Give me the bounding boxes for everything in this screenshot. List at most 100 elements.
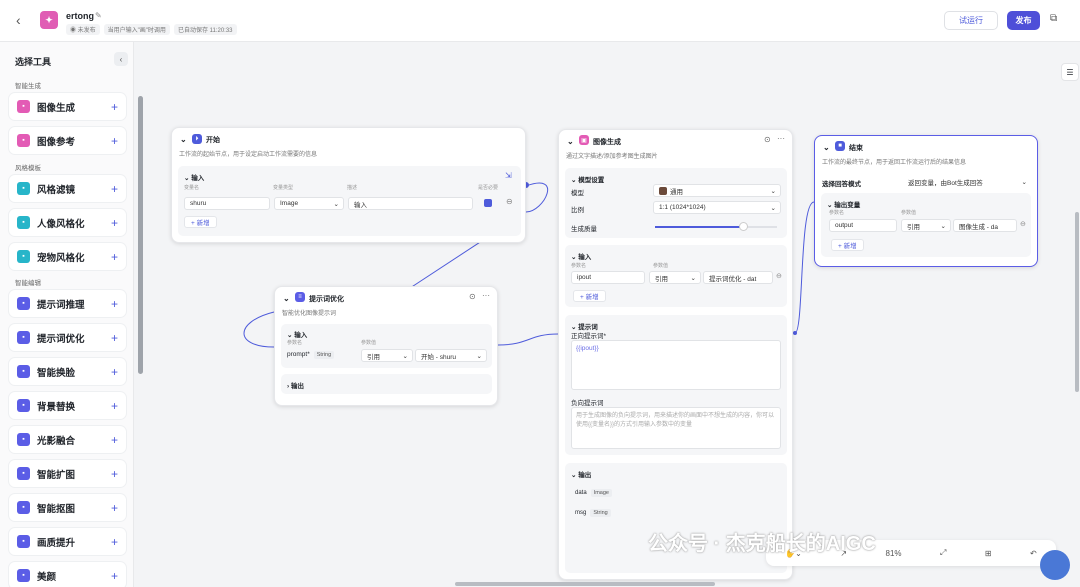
positive-prompt-input[interactable]: {{ipout}} — [571, 340, 781, 390]
prompt-optimize-node[interactable]: ⌄ ≡ 提示词优化 ⊙ ··· 智能优化图像提示词 ⌄ 输入 参数名 参数值 p… — [274, 286, 498, 406]
reference-select[interactable]: 引用 ⌄ — [361, 349, 413, 362]
answer-mode-select[interactable]: 返回变量，由Bot生成回答 ⌄ — [903, 175, 1031, 188]
workflow-canvas[interactable]: ⌄ ⏵ 开始 工作流的起始节点，用于设定启动工作流需要的信息 ⌄ 输入 变量名 … — [144, 42, 1080, 587]
add-tool-icon[interactable]: + — [111, 216, 118, 230]
remove-icon[interactable]: ⊖ — [506, 197, 513, 206]
remove-icon[interactable]: ⊖ — [1020, 220, 1026, 228]
canvas-horizontal-scrollbar[interactable] — [455, 582, 715, 586]
collapse-chevron-icon[interactable]: ⌄ — [283, 294, 290, 303]
param-value-select[interactable]: 图像生成 - da — [953, 219, 1017, 232]
param-name-input[interactable]: ipout — [571, 271, 645, 284]
add-tool-icon[interactable]: + — [111, 501, 118, 515]
add-variable-button[interactable]: + 新增 — [831, 239, 864, 251]
column-header: 是否必要 — [478, 185, 499, 191]
add-tool-icon[interactable]: + — [111, 433, 118, 447]
more-icon[interactable]: ··· — [482, 291, 490, 300]
sidebar-scrollbar[interactable] — [138, 96, 143, 374]
input-header[interactable]: ⌄ 输入 — [184, 172, 204, 182]
publish-button[interactable]: 发布 — [1007, 11, 1040, 30]
input-panel: ⌄ 输入 变量名 变量类型 描述 是否必要 shuru Image ⌄ 输入 ⊖ … — [178, 166, 521, 236]
collapse-chevron-icon[interactable]: ⌄ — [180, 135, 187, 144]
add-tool-icon[interactable]: + — [111, 331, 118, 345]
add-tool-icon[interactable]: + — [111, 535, 118, 549]
description-input[interactable]: 输入 — [348, 197, 473, 210]
variable-name-input[interactable]: shuru — [184, 197, 270, 210]
reference-select[interactable]: 引用 ⌄ — [649, 271, 701, 284]
copy-icon[interactable]: ⧉ — [1050, 13, 1057, 24]
param-value-select[interactable]: 提示词优化 - dat — [703, 271, 773, 284]
add-param-button[interactable]: + 新增 — [573, 290, 606, 302]
sidebar-tool-item[interactable]: ▪ 光影融合 + — [9, 426, 126, 453]
canvas-vertical-scrollbar[interactable] — [1075, 212, 1079, 392]
run-node-icon[interactable]: ⊙ — [469, 292, 476, 301]
sidebar-tool-item[interactable]: ▪ 智能抠图 + — [9, 494, 126, 521]
add-tool-icon[interactable]: + — [111, 467, 118, 481]
input-header[interactable]: ⌄ 输入 — [287, 329, 307, 339]
input-header[interactable]: ⌄ 输入 — [571, 251, 591, 261]
sidebar-tool-item[interactable]: ▪ 宠物风格化 + — [9, 243, 126, 270]
sidebar-tool-item[interactable]: ▪ 画质提升 + — [9, 528, 126, 555]
add-tool-icon[interactable]: + — [111, 182, 118, 196]
test-run-button[interactable]: 试运行 — [944, 11, 998, 30]
tool-icon: ▪ — [17, 501, 30, 514]
collapse-icon[interactable]: ‹ — [114, 52, 128, 66]
back-icon[interactable]: ‹ — [16, 12, 21, 28]
output-item: data Image — [575, 489, 612, 497]
input-panel: ⌄ 输入 参数名 参数值 prompt* String 引用 ⌄ 开始 - shur… — [281, 324, 492, 368]
sidebar-tool-item[interactable]: ▪ 智能换脸 + — [9, 358, 126, 385]
add-tool-icon[interactable]: + — [111, 100, 118, 114]
edit-icon[interactable]: ✎ — [95, 11, 102, 20]
add-tool-icon[interactable]: + — [111, 134, 118, 148]
negative-prompt-input[interactable]: 用于生成图像的负向提示词，用来描述你的画面中不想生成的内容，你可以使用{{变量名… — [571, 407, 781, 449]
run-node-icon[interactable]: ⊙ — [764, 135, 771, 144]
sidebar-tool-item[interactable]: ▪ 背景替换 + — [9, 392, 126, 419]
image-generation-node[interactable]: ⌄ ▣ 图像生成 ⊙ ··· 通过文字描述/添加参考图生成图片 ⌄ 模型设置 模… — [558, 129, 793, 580]
end-node[interactable]: ⌄ ■ 结束 工作流的最终节点，用于返回工作流运行后的结果信息 选择回答模式 返… — [814, 135, 1038, 267]
sidebar-tool-item[interactable]: ▪ 智能扩图 + — [9, 460, 126, 487]
model-settings-header[interactable]: ⌄ 模型设置 — [571, 174, 604, 184]
fit-view-icon[interactable]: ⤢ — [940, 548, 946, 558]
app-icon: ✦ — [40, 11, 58, 29]
remove-icon[interactable]: ⊖ — [776, 272, 782, 280]
output-header[interactable]: › 输出 — [287, 380, 304, 390]
layout-icon[interactable]: ⊞ — [985, 549, 992, 558]
output-panel: › 输出 — [281, 374, 492, 394]
tool-icon: ▪ — [17, 569, 30, 582]
output-header[interactable]: ⌄ 输出 — [571, 469, 591, 479]
sidebar-tool-item[interactable]: ▪ 图像生成 + — [9, 93, 126, 120]
quality-slider[interactable] — [655, 222, 777, 231]
param-name-input[interactable]: output — [829, 219, 897, 232]
add-tool-icon[interactable]: + — [111, 250, 118, 264]
section-label: 智能生成 — [15, 83, 41, 90]
zoom-level[interactable]: 81% — [886, 549, 902, 558]
node-title: 开始 — [206, 137, 220, 144]
output-variables-header[interactable]: ⌄ 输出变量 — [827, 199, 860, 209]
sidebar-tool-item[interactable]: ▪ 提示词优化 + — [9, 324, 126, 351]
start-node[interactable]: ⌄ ⏵ 开始 工作流的起始节点，用于设定启动工作流需要的信息 ⌄ 输入 变量名 … — [171, 127, 526, 243]
sidebar-tool-item[interactable]: ▪ 人像风格化 + — [9, 209, 126, 236]
variable-type-select[interactable]: Image ⌄ — [274, 197, 344, 210]
add-tool-icon[interactable]: + — [111, 297, 118, 311]
sidebar-tool-item[interactable]: ▪ 风格滤镜 + — [9, 175, 126, 202]
panel-toggle-icon[interactable]: ☰ — [1061, 63, 1079, 81]
reference-select[interactable]: 引用 ⌄ — [901, 219, 951, 232]
add-tool-icon[interactable]: + — [111, 365, 118, 379]
export-icon[interactable]: ⇲ — [505, 171, 512, 180]
sidebar-tool-item[interactable]: ▪ 提示词推理 + — [9, 290, 126, 317]
more-icon[interactable]: ··· — [777, 134, 785, 143]
tool-icon: ▪ — [17, 216, 30, 229]
collapse-chevron-icon[interactable]: ⌄ — [823, 143, 830, 152]
model-select[interactable]: 通用 ⌄ — [653, 184, 781, 197]
sidebar-tool-item[interactable]: ▪ 美颜 + — [9, 562, 126, 587]
ratio-select[interactable]: 1:1 (1024*1024) ⌄ — [653, 201, 781, 214]
node-description: 工作流的最终节点，用于返回工作流运行后的结果信息 — [822, 160, 967, 166]
add-tool-icon[interactable]: + — [111, 569, 118, 583]
sidebar-tool-item[interactable]: ▪ 图像参考 + — [9, 127, 126, 154]
avatar[interactable] — [1040, 550, 1070, 580]
add-tool-icon[interactable]: + — [111, 399, 118, 413]
collapse-chevron-icon[interactable]: ⌄ — [567, 137, 574, 146]
add-variable-button[interactable]: + 新增 — [184, 216, 217, 228]
undo-icon[interactable]: ↶ — [1030, 549, 1037, 558]
required-checkbox[interactable] — [484, 199, 492, 207]
param-value-select[interactable]: 开始 - shuru ⌄ — [415, 349, 487, 362]
